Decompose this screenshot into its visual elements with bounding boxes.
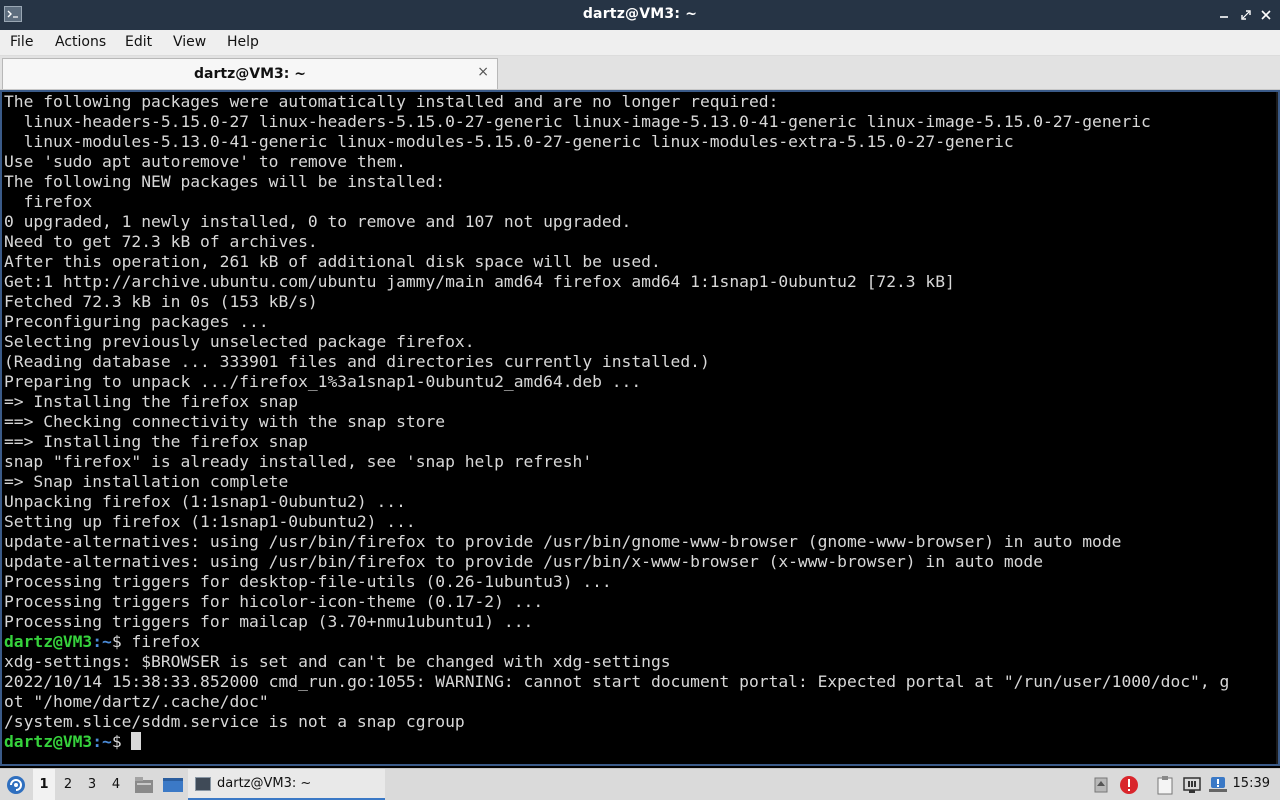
file-manager-icon[interactable] [132, 769, 156, 800]
terminal-line: Processing triggers for mailcap (3.70+nm… [4, 612, 534, 631]
terminal-line: update-alternatives: using /usr/bin/fire… [4, 532, 1122, 551]
prompt-user: dartz@VM3 [4, 732, 93, 751]
terminal-line: /system.slice/sddm.service is not a snap… [4, 712, 465, 731]
terminal-line: linux-modules-5.13.0-41-generic linux-mo… [4, 132, 1014, 151]
terminal-line: ==> Installing the firefox snap [4, 432, 308, 451]
workspace-1-button[interactable]: 1 [33, 769, 55, 800]
terminal-line: Selecting previously unselected package … [4, 332, 475, 351]
terminal-line: Preconfiguring packages ... [4, 312, 269, 331]
terminal-prompt-line: dartz@VM3:~$ firefox [4, 632, 200, 652]
terminal-line: ot "/home/dartz/.cache/doc" [4, 692, 269, 711]
prompt-user: dartz@VM3 [4, 632, 93, 651]
terminal-line: Get:1 http://archive.ubuntu.com/ubuntu j… [4, 272, 955, 291]
alert-tray-icon[interactable] [1118, 769, 1140, 800]
prompt-path: :~ [92, 632, 112, 651]
terminal-output[interactable]: The following packages were automaticall… [0, 90, 1280, 766]
window-title: dartz@VM3: ~ [582, 6, 698, 22]
tab-close-icon[interactable]: × [477, 64, 489, 80]
prompt-symbol: $ [111, 632, 132, 651]
close-window-icon[interactable] [1258, 7, 1274, 23]
maximize-icon[interactable] [1238, 7, 1254, 23]
menu-help[interactable]: Help [227, 34, 259, 50]
terminal-line: 2022/10/14 15:38:33.852000 cmd_run.go:10… [4, 672, 1230, 691]
terminal-line: Unpacking firefox (1:1snap1-0ubuntu2) ..… [4, 492, 406, 511]
taskbar-window-label: dartz@VM3: ~ [217, 776, 312, 791]
terminal-line: => Installing the firefox snap [4, 392, 299, 411]
terminal-line: firefox [4, 192, 93, 211]
menu-bar: File Actions Edit View Help [0, 30, 1280, 56]
show-desktop-icon[interactable] [160, 769, 186, 800]
terminal-line: ==> Checking connectivity with the snap … [4, 412, 446, 431]
terminal-line: xdg-settings: $BROWSER is set and can't … [4, 652, 671, 671]
menu-view[interactable]: View [173, 34, 206, 50]
clipboard-tray-icon[interactable] [1154, 769, 1176, 800]
prompt-path: :~ [92, 732, 112, 751]
menu-actions[interactable]: Actions [55, 34, 106, 50]
terminal-line: update-alternatives: using /usr/bin/fire… [4, 552, 1044, 571]
start-menu-icon[interactable] [2, 769, 30, 800]
terminal-scrollbar[interactable] [1276, 92, 1278, 764]
terminal-task-icon [195, 777, 211, 791]
taskbar-window-terminal[interactable]: dartz@VM3: ~ [188, 769, 385, 800]
terminal-line: After this operation, 261 kB of addition… [4, 252, 661, 271]
terminal-line: linux-headers-5.15.0-27 linux-headers-5.… [4, 112, 1151, 131]
prompt-symbol: $ [111, 732, 132, 751]
workspace-2-button[interactable]: 2 [57, 769, 79, 800]
terminal-line: Fetched 72.3 kB in 0s (153 kB/s) [4, 292, 318, 311]
clock[interactable]: 15:39 [1233, 776, 1270, 791]
terminal-line: => Snap installation complete [4, 472, 289, 491]
terminal-line: Processing triggers for hicolor-icon-the… [4, 592, 544, 611]
menu-file[interactable]: File [10, 34, 33, 50]
tab-label: dartz@VM3: ~ [194, 66, 306, 82]
workspace-4-button[interactable]: 4 [105, 769, 127, 800]
menu-edit[interactable]: Edit [125, 34, 152, 50]
tab-bar: dartz@VM3: ~ × [0, 56, 1280, 90]
minimize-icon[interactable] [1216, 7, 1232, 23]
terminal-line: The following packages were automaticall… [4, 92, 779, 111]
terminal-line: Processing triggers for desktop-file-uti… [4, 572, 612, 591]
window-titlebar[interactable]: dartz@VM3: ~ [0, 0, 1280, 30]
terminal-line: Preparing to unpack .../firefox_1%3a1sna… [4, 372, 642, 391]
terminal-line: Use 'sudo apt autoremove' to remove them… [4, 152, 406, 171]
terminal-line: The following NEW packages will be insta… [4, 172, 446, 191]
terminal-line: (Reading database ... 333901 files and d… [4, 352, 710, 371]
updates-tray-icon[interactable] [1090, 769, 1112, 800]
terminal-line: 0 upgraded, 1 newly installed, 0 to remo… [4, 212, 632, 231]
terminal-line: snap "firefox" is already installed, see… [4, 452, 593, 471]
terminal-line: Need to get 72.3 kB of archives. [4, 232, 318, 251]
terminal-line: Setting up firefox (1:1snap1-0ubuntu2) .… [4, 512, 416, 531]
notification-tray-icon[interactable] [1207, 769, 1229, 800]
text-cursor [131, 732, 142, 750]
network-tray-icon[interactable] [1181, 769, 1203, 800]
taskbar: 1 2 3 4 dartz@VM3: ~ 15:39 [0, 768, 1280, 800]
tab-terminal[interactable]: dartz@VM3: ~ × [2, 58, 498, 89]
terminal-prompt-line[interactable]: dartz@VM3:~$ [4, 732, 142, 752]
workspace-3-button[interactable]: 3 [81, 769, 103, 800]
prompt-command: firefox [131, 632, 201, 651]
